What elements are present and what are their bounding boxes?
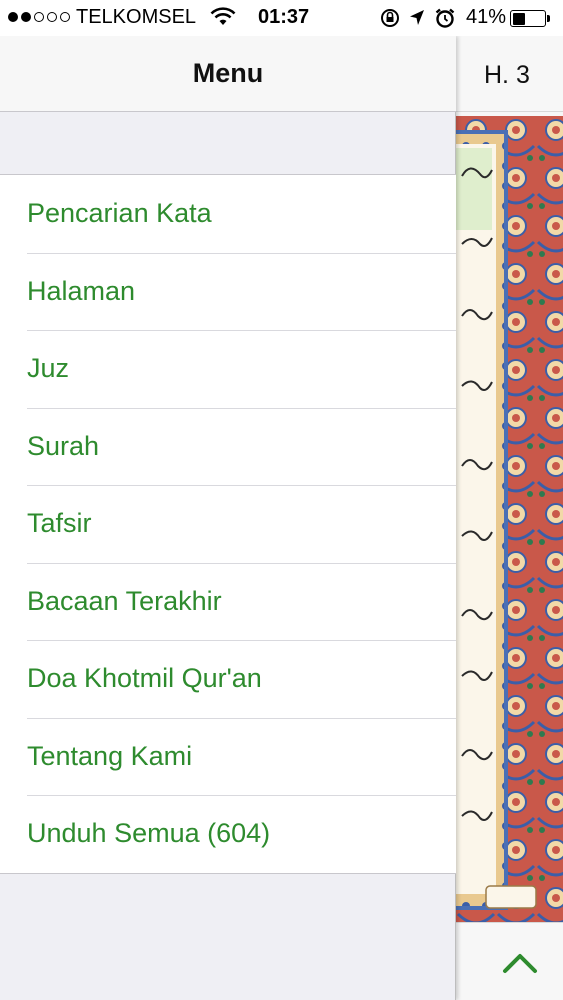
clock: 01:37 [258,6,310,28]
chevron-up-icon[interactable] [500,947,540,977]
menu-item-doa-khotmil-quran[interactable]: Doa Khotmil Qur'an [0,640,456,718]
page-indicator[interactable]: H. 3 [484,61,530,90]
reader-nav-bar: H. 3 [456,36,563,112]
reader-toolbar [456,922,563,1000]
ornamental-border-image [456,116,563,928]
mushaf-page-image[interactable] [456,116,563,928]
menu-item-tentang-kami[interactable]: Tentang Kami [0,717,456,796]
menu-item-halaman[interactable]: Halaman [0,252,456,331]
alarm-icon [435,8,455,28]
menu-item-pencarian-kata[interactable]: Pencarian Kata [0,175,456,253]
rotation-lock-icon [381,9,399,27]
menu-item-unduh-semua[interactable]: Unduh Semua (604) [0,795,456,873]
signal-strength-icon [8,12,70,22]
battery-percentage: 41% [466,6,507,28]
side-drawer: Menu Pencarian Kata Halaman Juz Surah Ta… [0,36,456,1000]
location-arrow-icon [410,10,424,25]
menu-list: Pencarian Kata Halaman Juz Surah Tafsir … [0,174,456,874]
carrier-name: TELKOMSEL [76,6,197,28]
wifi-icon [210,7,236,25]
battery-icon [510,10,546,27]
drawer-title: Menu [192,58,264,88]
menu-item-surah[interactable]: Surah [0,407,456,486]
menu-item-juz[interactable]: Juz [0,330,456,408]
menu-item-bacaan-terakhir[interactable]: Bacaan Terakhir [0,562,456,641]
quran-reader: H. 3 [456,36,563,1000]
drawer-nav-bar: Menu [0,36,456,112]
status-bar: TELKOMSEL 01:37 41% [0,0,563,36]
battery-tip [547,15,550,22]
menu-item-tafsir[interactable]: Tafsir [0,485,456,563]
